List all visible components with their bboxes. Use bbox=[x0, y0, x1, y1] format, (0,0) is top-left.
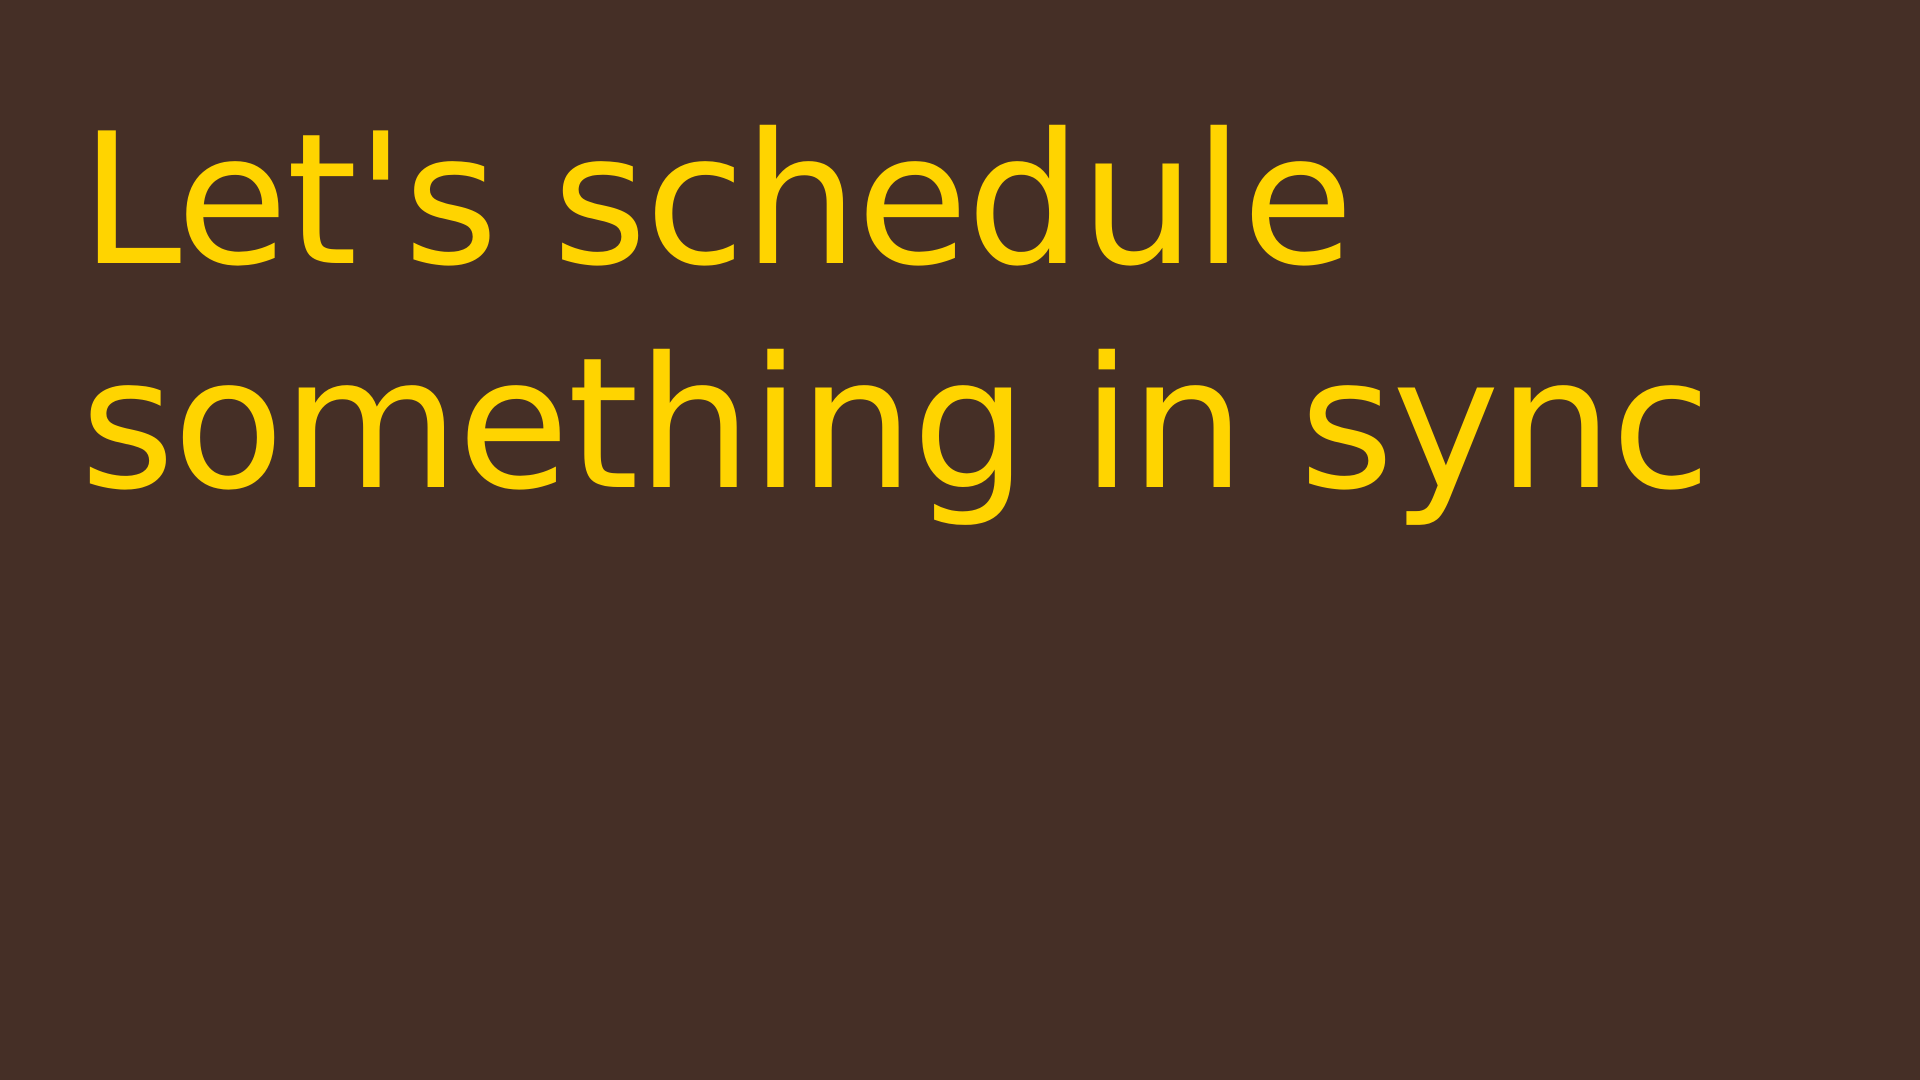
slide-canvas: Let's schedule something in sync bbox=[0, 0, 1920, 1080]
slide-title: Let's schedule something in sync bbox=[80, 94, 1711, 530]
